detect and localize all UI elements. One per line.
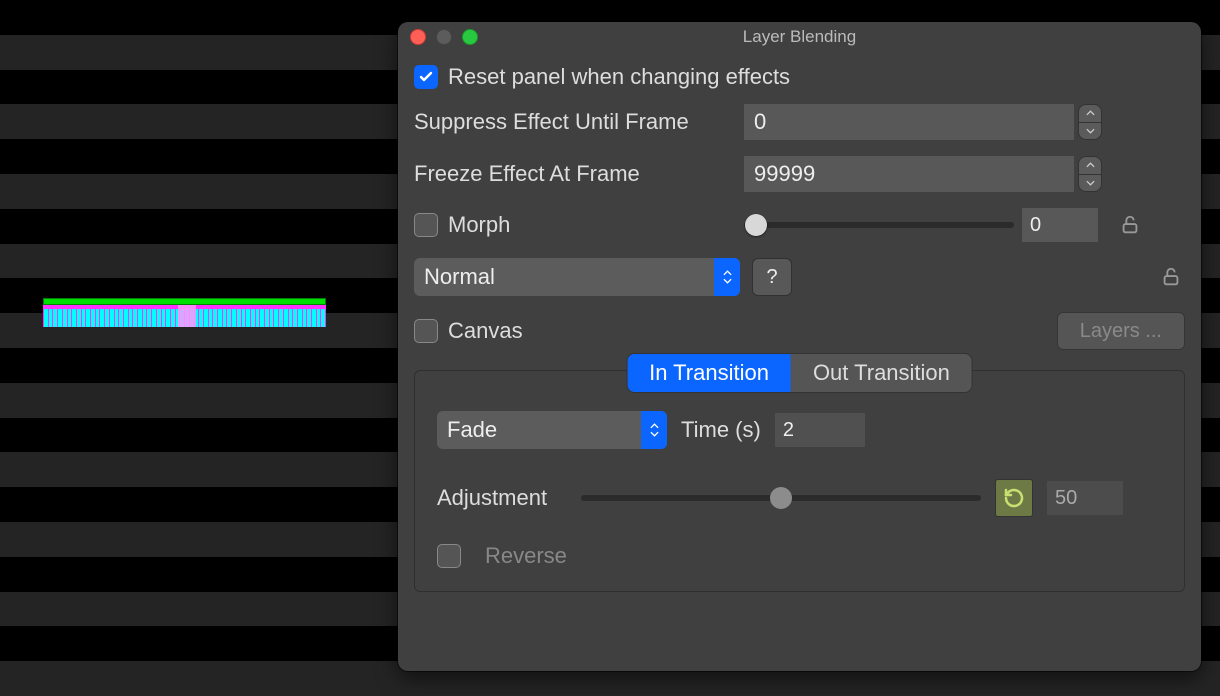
slider-thumb[interactable] [745, 214, 767, 236]
transition-type-value: Fade [447, 417, 497, 443]
clip-playhead[interactable] [178, 305, 196, 327]
chevron-up-icon[interactable] [1078, 156, 1102, 175]
layers-button[interactable]: Layers ... [1057, 312, 1185, 350]
morph-label: Morph [448, 212, 510, 238]
morph-slider[interactable] [744, 222, 1014, 228]
adjustment-value-input[interactable] [1047, 481, 1123, 515]
zoom-window-icon[interactable] [462, 29, 478, 45]
canvas-checkbox[interactable] [414, 319, 438, 343]
chevron-down-icon[interactable] [1078, 123, 1102, 141]
suppress-frame-input[interactable] [744, 104, 1074, 140]
adjustment-label: Adjustment [437, 485, 567, 511]
suppress-frame-stepper[interactable] [1078, 104, 1102, 140]
suppress-frame-label: Suppress Effect Until Frame [414, 109, 744, 135]
lock-open-icon[interactable] [1157, 263, 1185, 291]
tab-out-transition[interactable]: Out Transition [791, 354, 972, 392]
reverse-label: Reverse [485, 543, 567, 569]
reverse-checkbox[interactable] [437, 544, 461, 568]
lock-open-icon[interactable] [1116, 211, 1144, 239]
slider-thumb[interactable] [770, 487, 792, 509]
help-icon: ? [766, 266, 777, 289]
canvas-label: Canvas [448, 318, 523, 344]
minimize-window-icon[interactable] [436, 29, 452, 45]
select-arrows-icon [714, 258, 740, 296]
titlebar[interactable]: Layer Blending [398, 22, 1201, 52]
morph-value-input[interactable] [1022, 208, 1098, 242]
tab-in-transition[interactable]: In Transition [627, 354, 791, 392]
chevron-up-icon[interactable] [1078, 104, 1102, 123]
help-button[interactable]: ? [752, 258, 792, 296]
layer-blending-panel: Layer Blending Reset panel when changing… [398, 22, 1201, 671]
reset-panel-label: Reset panel when changing effects [448, 64, 790, 90]
blend-mode-select[interactable]: Normal [414, 258, 740, 296]
transition-type-select[interactable]: Fade [437, 411, 667, 449]
timeline-clip[interactable] [43, 298, 326, 327]
freeze-frame-stepper[interactable] [1078, 156, 1102, 192]
layers-button-label: Layers ... [1080, 320, 1162, 343]
reset-adjustment-button[interactable] [995, 479, 1033, 517]
chevron-down-icon[interactable] [1078, 175, 1102, 193]
transition-box: In Transition Out Transition Fade Time (… [414, 370, 1185, 592]
reset-panel-checkbox[interactable] [414, 65, 438, 89]
transition-tabs: In Transition Out Transition [626, 353, 973, 393]
adjustment-slider[interactable] [581, 495, 981, 501]
blend-mode-value: Normal [424, 264, 495, 290]
morph-checkbox[interactable] [414, 213, 438, 237]
window-title: Layer Blending [743, 27, 856, 47]
time-label: Time (s) [681, 417, 761, 443]
time-input[interactable] [775, 413, 865, 447]
select-arrows-icon [641, 411, 667, 449]
close-window-icon[interactable] [410, 29, 426, 45]
freeze-frame-input[interactable] [744, 156, 1074, 192]
freeze-frame-label: Freeze Effect At Frame [414, 161, 744, 187]
